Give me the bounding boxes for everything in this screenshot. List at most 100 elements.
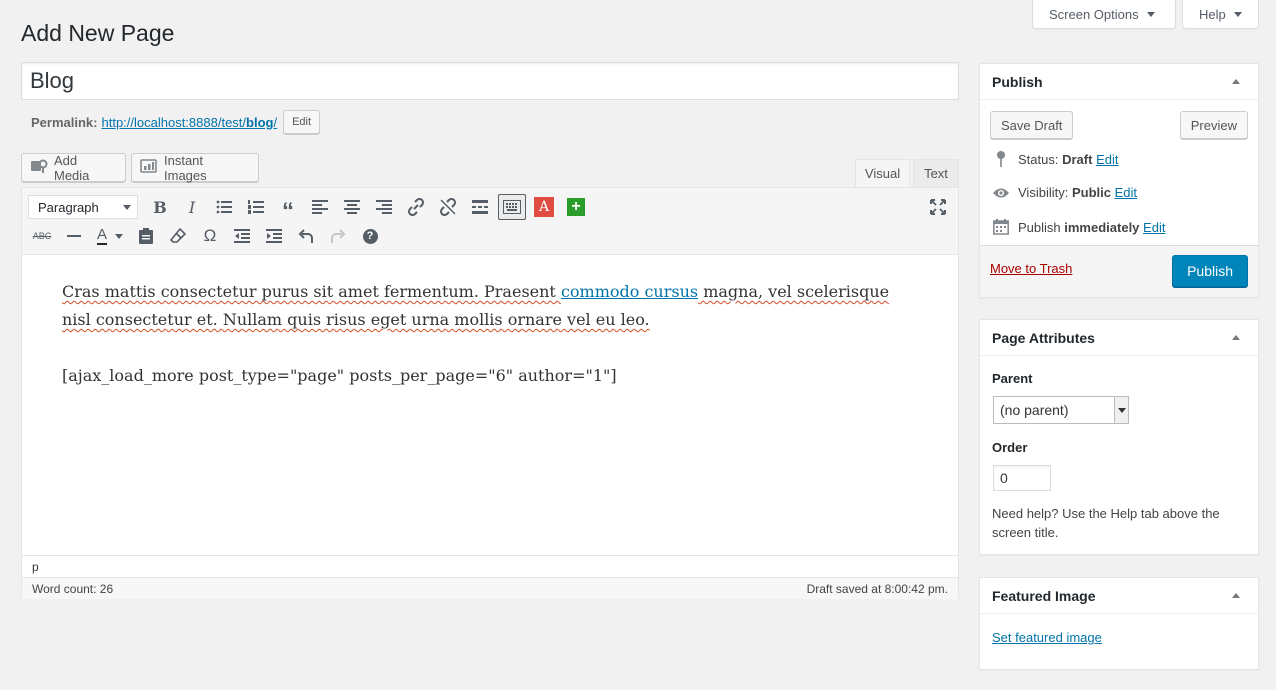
schedule-edit-link[interactable]: Edit (1143, 220, 1165, 235)
bold-button[interactable]: B (144, 193, 176, 221)
omega-icon: Ω (203, 226, 217, 245)
caret-down-icon (1146, 11, 1155, 17)
special-character-button[interactable]: Ω (194, 222, 226, 250)
eye-icon (992, 187, 1010, 199)
text-color-button[interactable]: A (90, 222, 130, 250)
bullet-list-button[interactable] (208, 193, 240, 221)
order-input[interactable]: 0 (993, 465, 1051, 491)
page-title: Add New Page (21, 20, 175, 46)
undo-icon (298, 229, 313, 243)
chevron-down-icon (115, 233, 123, 239)
schedule-value: immediately (1064, 219, 1140, 235)
featured-image-box: Featured Image Set featured image (979, 577, 1259, 670)
indent-button[interactable] (258, 222, 290, 250)
align-right-button[interactable] (368, 193, 400, 221)
save-draft-button[interactable]: Save Draft (990, 111, 1074, 139)
permalink-link[interactable]: http://localhost:8888/test/blog/ (101, 115, 277, 130)
keyboard-shortcuts-button[interactable]: ? (354, 222, 386, 250)
chevron-down-icon (123, 204, 131, 210)
collapse-icon (1232, 335, 1240, 340)
publish-box: Publish Save Draft Preview Status: Draft… (979, 63, 1259, 298)
unlink-button[interactable] (432, 193, 464, 221)
schedule-row: Publish immediately Edit (992, 219, 1165, 235)
page-attributes-title: Page Attributes (992, 329, 1095, 346)
publish-button[interactable]: Publish (1172, 255, 1248, 287)
toolbar-toggle-button[interactable] (498, 194, 526, 220)
visibility-value: Public (1071, 185, 1111, 200)
font-plugin-button[interactable]: A (528, 193, 560, 221)
eraser-icon (170, 228, 186, 243)
visibility-edit-link[interactable]: Edit (1115, 185, 1137, 200)
instant-images-button[interactable]: Instant Images (131, 152, 259, 183)
strikethrough-icon: ABC (32, 231, 52, 241)
indent-icon (266, 229, 282, 243)
permalink-edit-button[interactable]: Edit (283, 110, 321, 134)
align-left-button[interactable] (304, 193, 336, 221)
content-link[interactable]: commodo cursus (561, 282, 698, 301)
blockquote-button[interactable]: “ (272, 193, 304, 224)
media-icon (30, 158, 48, 177)
editor-status-bar: Word count: 26 Draft saved at 8:00:42 pm… (22, 577, 958, 599)
add-shortcode-button[interactable]: + (560, 193, 592, 221)
pin-icon (992, 151, 1010, 167)
numbered-list-button[interactable] (240, 193, 272, 221)
insert-link-button[interactable] (400, 193, 432, 221)
screen-options-button[interactable]: Screen Options (1032, 0, 1176, 29)
parent-select[interactable]: (no parent) (993, 396, 1129, 424)
strikethrough-button[interactable]: ABC (26, 222, 58, 250)
fullscreen-icon (930, 199, 946, 215)
format-select[interactable]: Paragraph (28, 195, 138, 219)
publish-box-title: Publish (992, 73, 1043, 90)
help-button[interactable]: Help (1182, 0, 1259, 29)
status-edit-link[interactable]: Edit (1096, 152, 1118, 167)
align-center-button[interactable] (336, 193, 368, 221)
instant-images-label: Instant Images (164, 152, 207, 183)
undo-button[interactable] (290, 222, 322, 250)
read-more-icon (472, 200, 488, 214)
horizontal-line-icon (67, 235, 81, 237)
italic-icon: I (188, 197, 196, 217)
unlink-icon (439, 198, 457, 216)
italic-button[interactable]: I (176, 193, 208, 221)
tab-visual[interactable]: Visual (855, 159, 910, 187)
numbered-list-icon (248, 200, 264, 214)
read-more-button[interactable] (464, 193, 496, 221)
redo-button[interactable] (322, 222, 354, 250)
bold-icon: B (153, 197, 167, 217)
outdent-button[interactable] (226, 222, 258, 250)
featured-image-header[interactable]: Featured Image (980, 578, 1258, 614)
horizontal-line-button[interactable] (58, 222, 90, 250)
toolbar-row-1: Paragraph B I “ A + (26, 193, 592, 224)
align-center-icon (344, 200, 360, 214)
redo-icon (331, 229, 346, 243)
publish-box-header[interactable]: Publish (980, 64, 1258, 100)
paste-text-button[interactable] (130, 222, 162, 250)
help-circle-icon: ? (362, 228, 378, 244)
parent-select-value: (no parent) (1000, 402, 1069, 418)
permalink-bar: Permalink: http://localhost:8888/test/bl… (31, 110, 321, 134)
content-paragraph: Cras mattis consectetur purus sit amet f… (62, 282, 890, 329)
clear-formatting-button[interactable] (162, 222, 194, 250)
shortcode-paragraph: [ajax_load_more post_type="page" posts_p… (62, 366, 617, 385)
keyboard-icon (503, 200, 521, 214)
set-featured-image-link[interactable]: Set featured image (992, 630, 1102, 645)
align-right-icon (376, 200, 392, 214)
text-color-icon: A (96, 226, 107, 245)
word-count: Word count: 26 (32, 582, 114, 596)
align-left-icon (312, 200, 328, 214)
page-attributes-help: Need help? Use the Help tab above the sc… (992, 506, 1220, 540)
add-media-button[interactable]: Add Media (21, 152, 126, 183)
element-path: p (22, 555, 958, 577)
tab-text[interactable]: Text (913, 159, 959, 187)
fullscreen-button[interactable] (922, 193, 954, 221)
move-to-trash-link[interactable]: Move to Trash (990, 261, 1072, 276)
preview-button[interactable]: Preview (1179, 111, 1248, 139)
calendar-icon (992, 219, 1010, 235)
post-title-input[interactable]: Blog (21, 62, 959, 100)
bullet-list-icon (216, 200, 232, 214)
clipboard-icon (139, 228, 153, 244)
add-media-label: Add Media (54, 152, 90, 183)
editor-content[interactable]: Cras mattis consectetur purus sit amet f… (62, 278, 912, 418)
plus-icon: + (567, 198, 585, 216)
page-attributes-header[interactable]: Page Attributes (980, 320, 1258, 356)
